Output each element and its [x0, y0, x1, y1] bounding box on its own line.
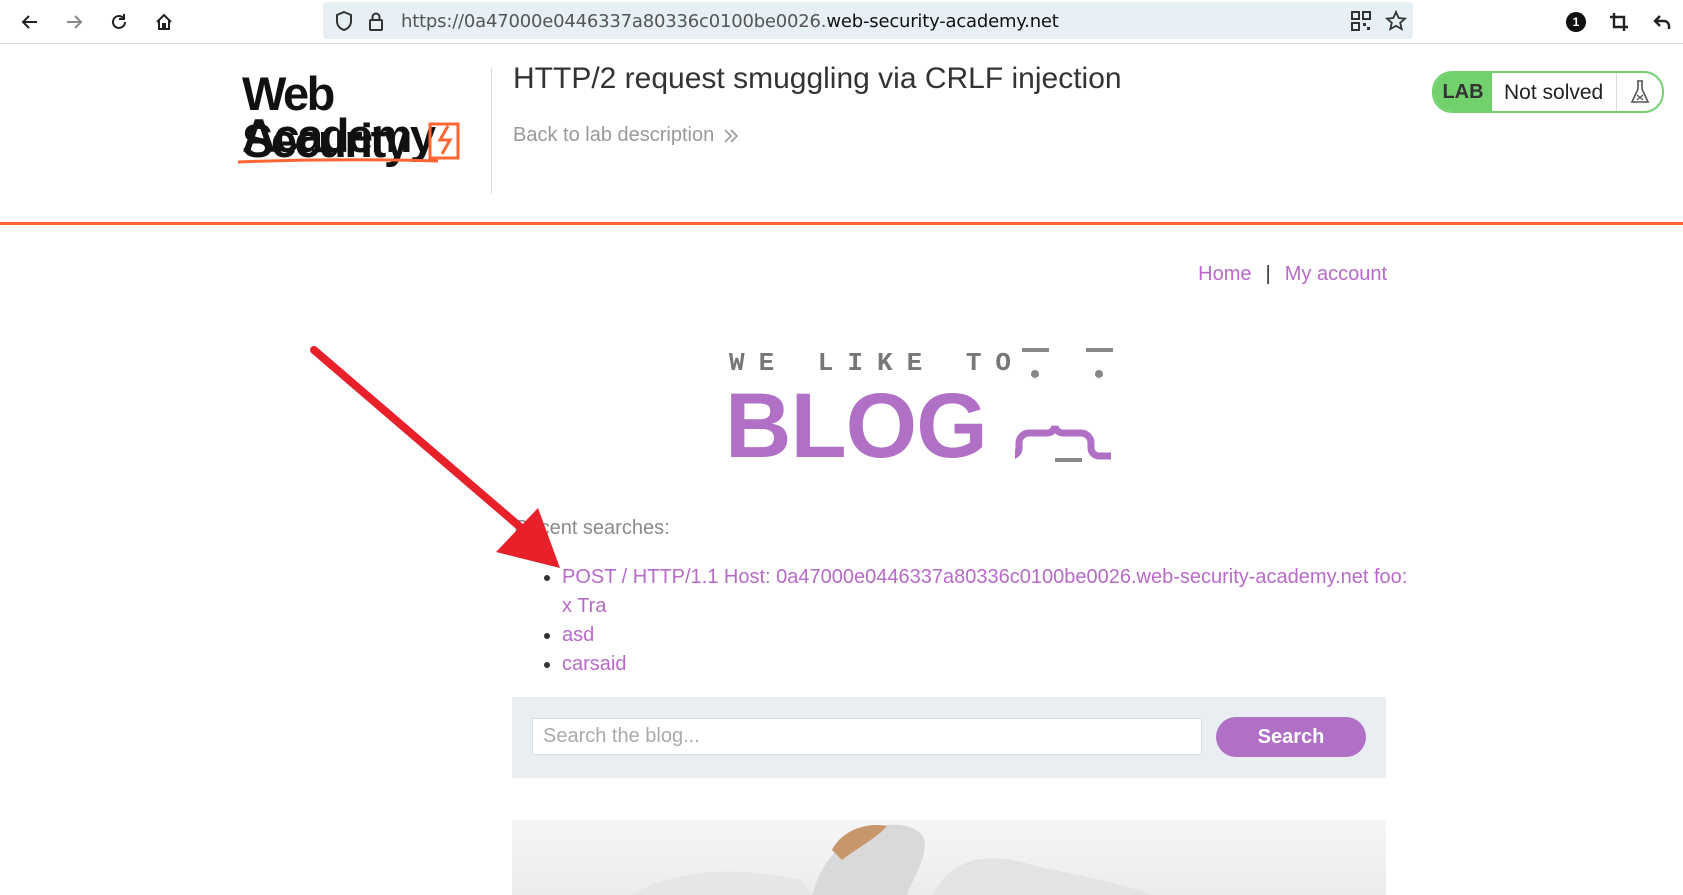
- blog-face-icon: [1015, 348, 1113, 462]
- search-input[interactable]: [532, 718, 1202, 755]
- double-chevron-right-icon: [724, 128, 739, 143]
- back-link-label: Back to lab description: [513, 124, 715, 146]
- lab-header: Web Security Academy HTTP/2 request smug…: [0, 44, 1683, 225]
- search-form: Search: [512, 697, 1386, 778]
- shield-icon[interactable]: [333, 10, 355, 32]
- recent-searches-list: POST / HTTP/1.1 Host: 0a47000e0446337a80…: [522, 563, 1422, 679]
- undo-icon[interactable]: [1646, 6, 1678, 38]
- nav-separator: |: [1265, 263, 1271, 285]
- qr-code-icon[interactable]: [1350, 10, 1372, 32]
- lock-icon[interactable]: [365, 10, 387, 32]
- lab-pill: LAB: [1434, 73, 1492, 111]
- search-button[interactable]: Search: [1216, 717, 1366, 757]
- recent-search-link[interactable]: carsaid: [562, 653, 626, 675]
- url-host: web-security-academy.net: [826, 11, 1059, 32]
- back-icon[interactable]: [14, 6, 46, 38]
- recent-search-link[interactable]: asd: [562, 624, 594, 646]
- extension-icon[interactable]: 1: [1560, 6, 1592, 38]
- address-bar[interactable]: https://0a47000e0446337a80336c0100be0026…: [323, 2, 1413, 39]
- status-text: Not solved: [1504, 81, 1604, 104]
- browser-toolbar: https://0a47000e0446337a80336c0100be0026…: [0, 0, 1683, 44]
- lab-status-widget: LAB Not solved: [1432, 71, 1664, 113]
- blog-tagline: WE LIKE TO: [729, 348, 1026, 378]
- lab-title: HTTP/2 request smuggling via CRLF inject…: [513, 62, 1122, 95]
- flask-icon: [1616, 73, 1662, 111]
- star-icon[interactable]: [1385, 10, 1407, 32]
- home-link[interactable]: Home: [1198, 263, 1251, 286]
- blog-title: BLOG: [725, 375, 988, 477]
- extension-badge: 1: [1566, 12, 1586, 32]
- logo-line2: Academy: [242, 109, 436, 162]
- top-nav: Home | My account: [1198, 263, 1387, 286]
- reload-icon[interactable]: [103, 6, 135, 38]
- list-item: asd: [562, 621, 1422, 650]
- blog-post-image[interactable]: [512, 820, 1386, 895]
- lightning-icon: [428, 122, 460, 160]
- back-to-lab-link[interactable]: Back to lab description: [513, 124, 740, 147]
- annotation-arrow: [310, 346, 560, 568]
- forward-icon[interactable]: [58, 6, 90, 38]
- list-item: POST / HTTP/1.1 Host: 0a47000e0446337a80…: [562, 563, 1422, 621]
- crop-icon[interactable]: [1603, 6, 1635, 38]
- url-prefix: https://0a47000e0446337a80336c0100be0026…: [401, 11, 827, 32]
- list-item: carsaid: [562, 650, 1422, 679]
- logo-underline: [238, 158, 438, 164]
- recent-search-link[interactable]: POST / HTTP/1.1 Host: 0a47000e0446337a80…: [562, 566, 1407, 617]
- header-divider: [491, 68, 492, 194]
- home-icon[interactable]: [148, 6, 180, 38]
- post-photo: [632, 824, 1152, 895]
- academy-logo[interactable]: Web Security Academy: [238, 68, 466, 188]
- my-account-link[interactable]: My account: [1285, 263, 1387, 286]
- url-text[interactable]: https://0a47000e0446337a80336c0100be0026…: [401, 11, 1059, 32]
- blog-banner: WE LIKE TO BLOG: [725, 348, 1175, 477]
